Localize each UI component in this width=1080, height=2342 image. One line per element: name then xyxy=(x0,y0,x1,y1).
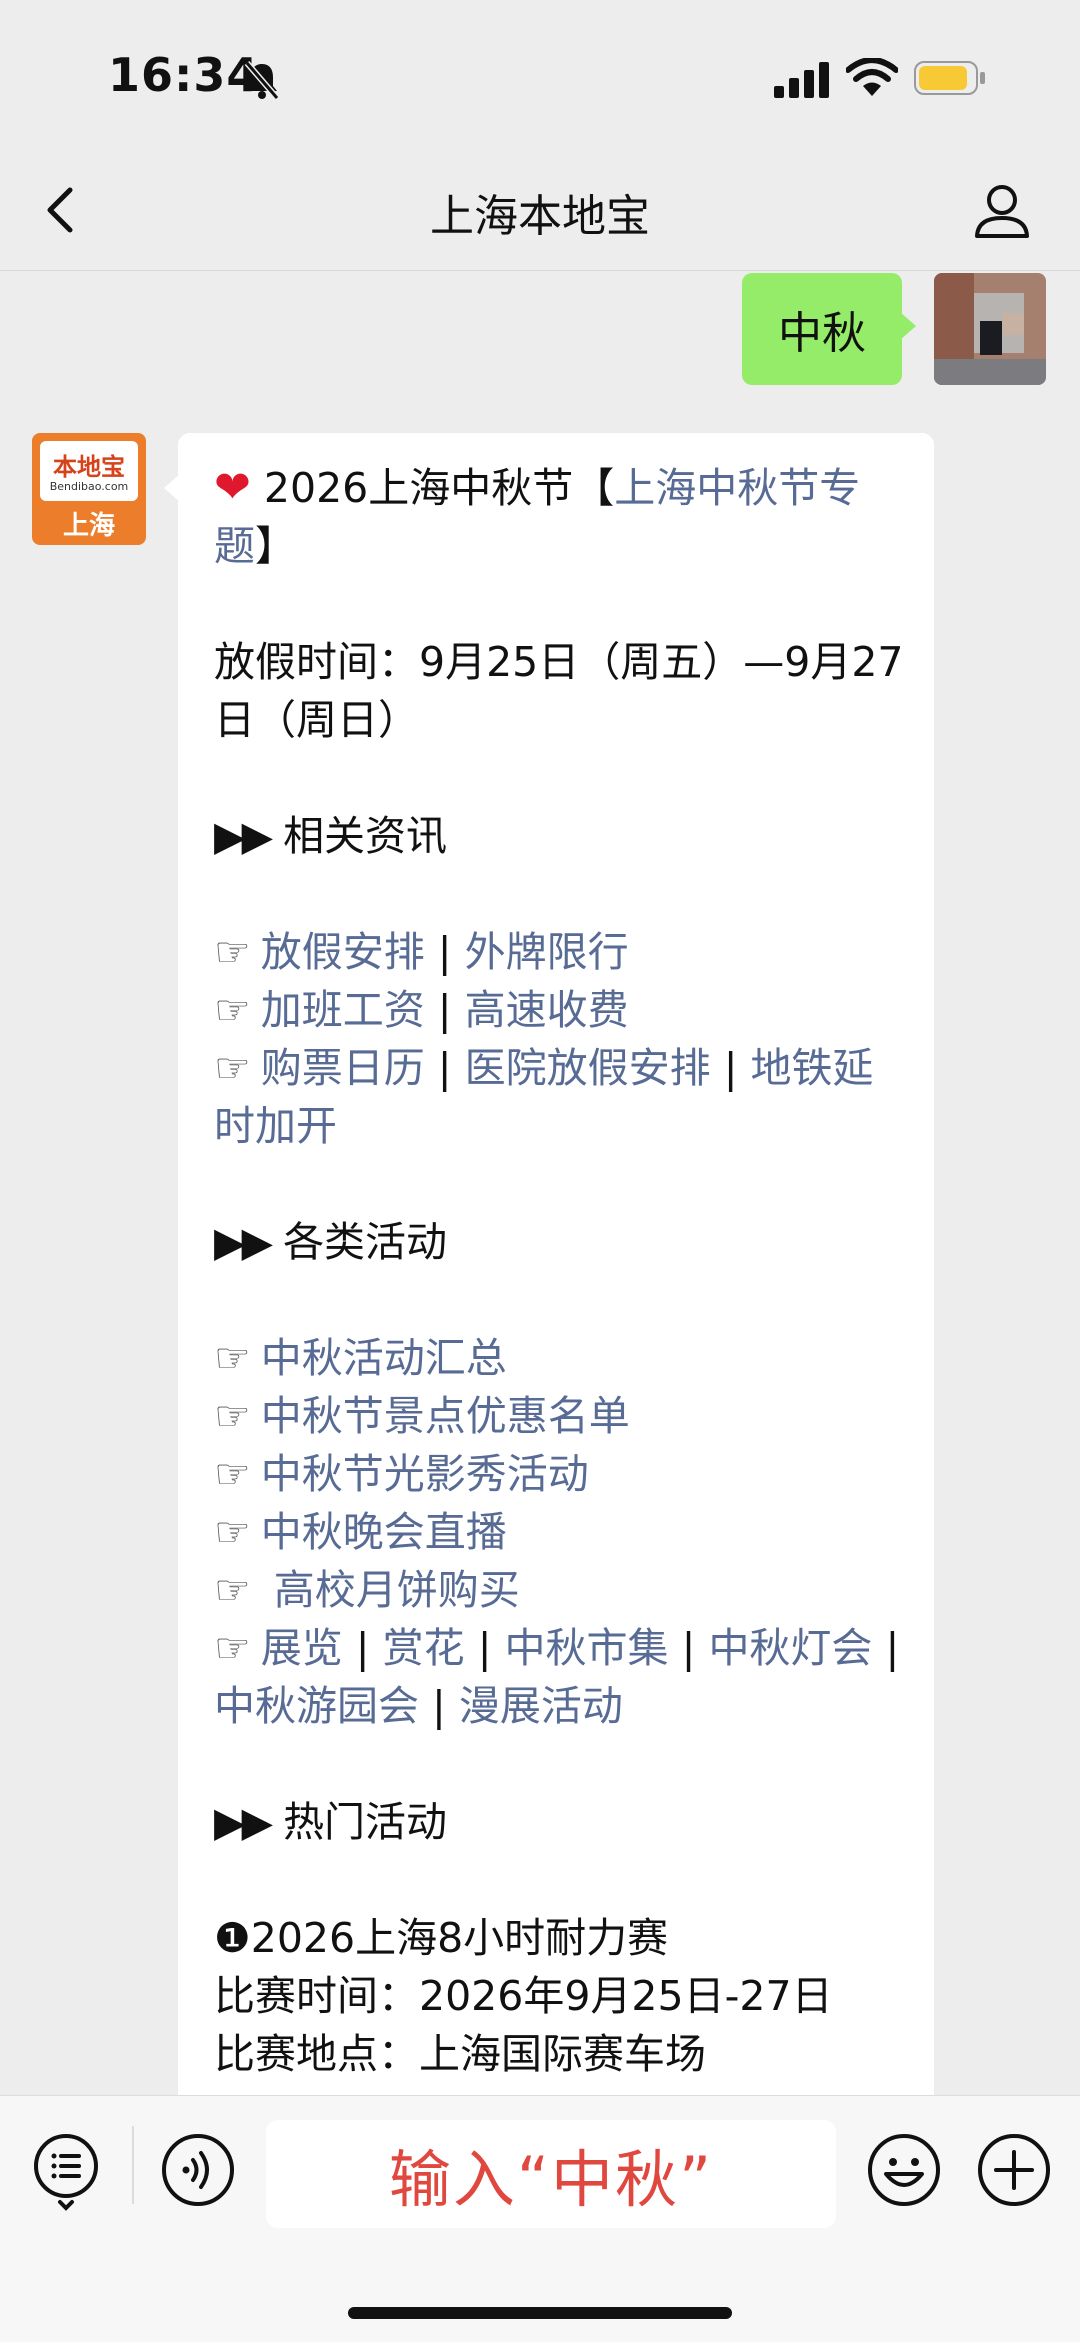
pointing-hand-icon: ☞ xyxy=(214,1566,251,1614)
news-link[interactable]: 加班工资 xyxy=(261,986,425,1034)
activity-link[interactable]: 高校月饼购买 xyxy=(261,1566,520,1614)
section-news-title: 相关资讯 xyxy=(283,812,448,860)
pointing-hand-icon: ☞ xyxy=(214,1624,251,1672)
news-link[interactable]: 放假安排 xyxy=(261,928,425,976)
header-prefix: 2026上海中秋节【 xyxy=(263,464,615,512)
news-link[interactable]: 购票日历 xyxy=(261,1044,425,1092)
activity-row: ☞ 中秋晚会直播 xyxy=(214,1503,904,1561)
plus-icon[interactable] xyxy=(976,2132,1052,2212)
activity-link[interactable]: 中秋游园会 xyxy=(214,1682,419,1730)
pointing-hand-icon: ☞ xyxy=(214,1450,251,1498)
menu-list-icon[interactable] xyxy=(32,2132,100,2216)
pointing-hand-icon: ☞ xyxy=(214,986,251,1034)
pointing-hand-icon: ☞ xyxy=(214,1044,251,1092)
section-activities-heading: ▶▶ 各类活动 xyxy=(214,1213,904,1271)
holiday-time-text: 放假时间：9月25日（周五）—9月27日（周日） xyxy=(214,638,904,744)
fast-forward-icon: ▶▶ xyxy=(214,1798,273,1846)
activity-link[interactable]: 展览 xyxy=(261,1624,343,1672)
status-bar: 16:34 xyxy=(0,0,1080,150)
outgoing-message-text: 中秋 xyxy=(778,308,866,359)
message-input[interactable]: 输入“中秋” xyxy=(266,2120,836,2228)
heart-icon: ❤ xyxy=(214,462,251,513)
mute-bell-icon xyxy=(244,60,280,104)
incoming-message: ❤ 2026上海中秋节【上海中秋节专题】 放假时间：9月25日（周五）—9月27… xyxy=(178,433,934,2133)
hot-event-venue: 比赛地点：上海国际赛车场 xyxy=(214,2030,706,2078)
news-link[interactable]: 外牌限行 xyxy=(465,928,629,976)
pointing-hand-icon: ☞ xyxy=(214,1392,251,1440)
official-account-avatar[interactable]: 本地宝 Bendibao.com 上海 xyxy=(32,433,146,545)
outgoing-bubble-tail xyxy=(900,312,916,340)
home-indicator[interactable] xyxy=(348,2307,732,2319)
cellular-signal-icon xyxy=(774,62,830,102)
toolbar-divider xyxy=(132,2126,134,2204)
activity-link[interactable]: 中秋节光影秀活动 xyxy=(261,1450,589,1498)
activity-row: ☞ 高校月饼购买 xyxy=(214,1561,904,1619)
section-hot-heading: ▶▶ 热门活动 xyxy=(214,1793,904,1851)
activity-link[interactable]: 漫展活动 xyxy=(459,1682,623,1730)
hot-event-time: 比赛时间：2026年9月25日-27日 xyxy=(214,1972,833,2020)
header-suffix: 】 xyxy=(255,522,296,570)
chat-title: 上海本地宝 xyxy=(430,191,650,242)
profile-icon[interactable] xyxy=(972,180,1032,244)
activity-link[interactable]: 中秋节景点优惠名单 xyxy=(261,1392,630,1440)
avatar-site-text: Bendibao.com xyxy=(49,480,129,493)
hot-event-title: ❶2026上海8小时耐力赛 xyxy=(214,1914,669,1962)
emoji-icon[interactable] xyxy=(866,2132,942,2212)
bottom-toolbar: 输入“中秋” xyxy=(0,2095,1080,2342)
activity-row: ☞ 中秋节景点优惠名单 xyxy=(214,1387,904,1445)
activity-row: ☞ 中秋活动汇总 xyxy=(214,1329,904,1387)
section-activities-title: 各类活动 xyxy=(283,1218,448,1266)
user-avatar[interactable] xyxy=(934,273,1046,385)
outgoing-message[interactable]: 中秋 xyxy=(742,273,902,385)
avatar-brand-text: 本地宝 xyxy=(53,453,125,481)
avatar-city-text: 上海 xyxy=(62,511,115,541)
message-content: ❤ 2026上海中秋节【上海中秋节专题】 放假时间：9月25日（周五）—9月27… xyxy=(214,459,904,2083)
wifi-icon xyxy=(845,57,899,102)
chat-header: 上海本地宝 xyxy=(0,150,1080,271)
status-time: 16:34 xyxy=(108,48,260,102)
activity-row: ☞ 中秋节光影秀活动 xyxy=(214,1445,904,1503)
activity-link[interactable]: 中秋市集 xyxy=(505,1624,669,1672)
news-link[interactable]: 医院放假安排 xyxy=(465,1044,711,1092)
activity-links-row: ☞ 展览 | 赏花 | 中秋市集 | 中秋灯会 | 中秋游园会 | 漫展活动 xyxy=(214,1624,900,1730)
fast-forward-icon: ▶▶ xyxy=(214,812,273,860)
fast-forward-icon: ▶▶ xyxy=(214,1218,273,1266)
news-row: ☞ 加班工资 | 高速收费 xyxy=(214,986,629,1034)
pointing-hand-icon: ☞ xyxy=(214,1334,251,1382)
section-news-heading: ▶▶ 相关资讯 xyxy=(214,807,904,865)
pointing-hand-icon: ☞ xyxy=(214,928,251,976)
activity-link[interactable]: 中秋晚会直播 xyxy=(261,1508,507,1556)
message-input-text: 输入“中秋” xyxy=(388,2143,714,2216)
message-header: ❤ 2026上海中秋节【上海中秋节专题】 xyxy=(214,459,904,575)
pointing-hand-icon: ☞ xyxy=(214,1508,251,1556)
battery-icon xyxy=(914,60,986,100)
voice-icon[interactable] xyxy=(160,2132,236,2212)
news-link[interactable]: 高速收费 xyxy=(465,986,629,1034)
activity-link[interactable]: 赏花 xyxy=(383,1624,465,1672)
news-row: ☞ 购票日历 | 医院放假安排 | 地铁延时加开 xyxy=(214,1044,874,1150)
activity-link[interactable]: 中秋活动汇总 xyxy=(261,1334,507,1382)
news-row: ☞ 放假安排 | 外牌限行 xyxy=(214,928,629,976)
activity-link[interactable]: 中秋灯会 xyxy=(708,1624,872,1672)
section-hot-title: 热门活动 xyxy=(283,1798,448,1846)
